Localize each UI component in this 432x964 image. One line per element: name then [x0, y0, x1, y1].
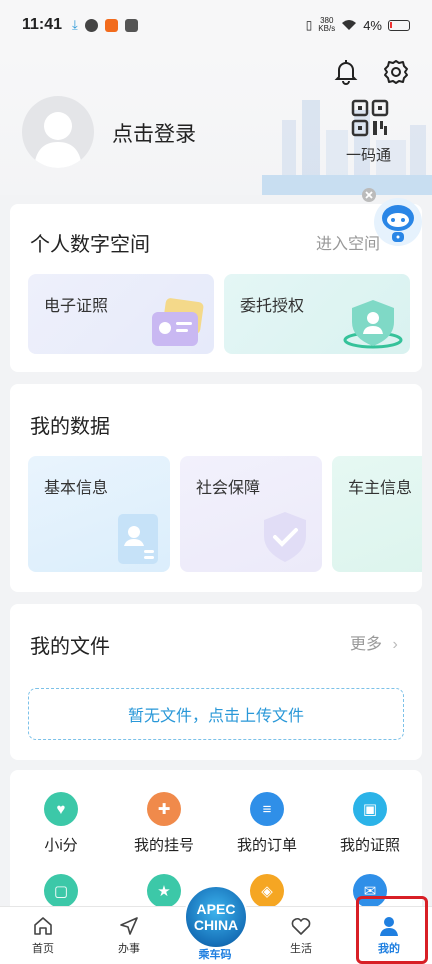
- score-icon: ♥: [44, 792, 78, 826]
- send-icon: [120, 917, 138, 935]
- tile-label: 车主信息: [348, 480, 413, 497]
- my-data-card: 我的数据 基本信息 社会保障 车主信息: [10, 384, 422, 592]
- service-item[interactable]: ♥ 小i分: [11, 792, 111, 855]
- qr-label[interactable]: 一码通: [346, 144, 391, 165]
- tile-label: 委托授权: [240, 298, 305, 315]
- chevron-right-icon: ›: [392, 636, 398, 653]
- tile-label: 社会保障: [196, 480, 261, 497]
- net-speed-unit: KB/s: [318, 24, 336, 33]
- status-notification-icons: ⤓: [72, 17, 138, 33]
- upload-file-button[interactable]: 暂无文件，点击上传文件: [28, 688, 404, 740]
- app-icon: [124, 18, 138, 32]
- star-icon: ★: [147, 874, 181, 908]
- apec-logo-bottom: CHINA: [193, 917, 239, 933]
- tile-label: 基本信息: [44, 480, 109, 497]
- avatar-silhouette-icon: [34, 112, 82, 168]
- robot-icon: [374, 198, 422, 246]
- tile-social-security[interactable]: 社会保障: [180, 456, 322, 572]
- status-time: 11:41: [22, 16, 63, 33]
- tab-label: 办事: [118, 943, 140, 955]
- heart-icon: [291, 917, 311, 935]
- home-icon: [34, 917, 52, 935]
- close-icon[interactable]: [362, 188, 376, 202]
- city-skyline-decoration: [262, 100, 432, 195]
- service-label: 我的订单: [236, 837, 297, 854]
- battery-text: 4%: [363, 17, 382, 33]
- tab-services[interactable]: 办事: [86, 907, 172, 964]
- service-label: 小i分: [44, 837, 78, 854]
- medical-cross-icon: ✚: [147, 792, 181, 826]
- certificate-icon: ▣: [353, 792, 387, 826]
- settings-gear-icon[interactable]: [382, 58, 410, 86]
- tab-highlight-box: [356, 896, 428, 964]
- my-files-card: 我的文件 更多 › 暂无文件，点击上传文件: [10, 604, 422, 760]
- apec-logo[interactable]: APEC CHINA: [184, 885, 248, 949]
- upload-empty-text: 暂无文件，点击上传文件: [127, 708, 304, 725]
- digital-space-card: 个人数字空间 进入空间 电子证照 委托授权: [10, 204, 422, 372]
- tab-home[interactable]: 首页: [0, 907, 86, 964]
- notification-bell-icon[interactable]: [332, 58, 360, 86]
- profile-card-icon: [118, 514, 158, 564]
- tab-label: 首页: [32, 943, 54, 955]
- tab-life[interactable]: 生活: [258, 907, 344, 964]
- app-icon: [104, 18, 118, 32]
- tile-car-owner[interactable]: 车主信息: [332, 456, 422, 572]
- tile-delegation[interactable]: 委托授权: [224, 274, 410, 354]
- vibrate-icon: ▯: [305, 18, 313, 32]
- service-label: 我的证照: [339, 837, 400, 854]
- my-files-title: 我的文件: [30, 636, 110, 658]
- digital-space-title: 个人数字空间: [30, 234, 150, 256]
- net-speed: 380 KB/s: [318, 17, 335, 33]
- compass-icon: ◈: [250, 874, 284, 908]
- tile-e-license[interactable]: 电子证照: [28, 274, 214, 354]
- tile-label: 电子证照: [44, 298, 109, 315]
- tab-label: 生活: [290, 943, 312, 955]
- status-bar: 11:41 ⤓ ▯ 380 KB/s 4%: [0, 0, 432, 50]
- tile-basic-info[interactable]: 基本信息: [28, 456, 170, 572]
- profile-header: 点击登录 一码通: [0, 50, 432, 195]
- login-link[interactable]: 点击登录: [112, 118, 196, 148]
- service-item[interactable]: ≡ 我的订单: [217, 792, 317, 855]
- service-label: 我的挂号: [133, 837, 194, 854]
- shield-check-icon: [264, 512, 306, 562]
- app-icon: [84, 18, 98, 32]
- service-item[interactable]: ▢: [11, 874, 111, 908]
- assistant-robot-button[interactable]: [362, 188, 424, 248]
- shield-user-icon: [343, 300, 403, 349]
- my-data-title: 我的数据: [30, 416, 110, 438]
- qr-code-icon[interactable]: [350, 98, 390, 138]
- more-label: 更多: [350, 636, 383, 653]
- id-card-icon: [152, 298, 204, 346]
- person-card-icon: ▢: [44, 874, 78, 908]
- order-list-icon: ≡: [250, 792, 284, 826]
- more-link[interactable]: 更多 ›: [350, 630, 398, 654]
- battery-icon: [388, 19, 410, 31]
- service-item[interactable]: ▣ 我的证照: [320, 792, 420, 855]
- avatar-placeholder[interactable]: [22, 96, 94, 168]
- wifi-icon: [342, 20, 357, 30]
- apec-logo-top: APEC: [196, 901, 236, 917]
- download-icon: ⤓: [72, 17, 78, 32]
- status-right: ▯ 380 KB/s 4%: [306, 17, 410, 33]
- service-item[interactable]: ✚ 我的挂号: [114, 792, 214, 855]
